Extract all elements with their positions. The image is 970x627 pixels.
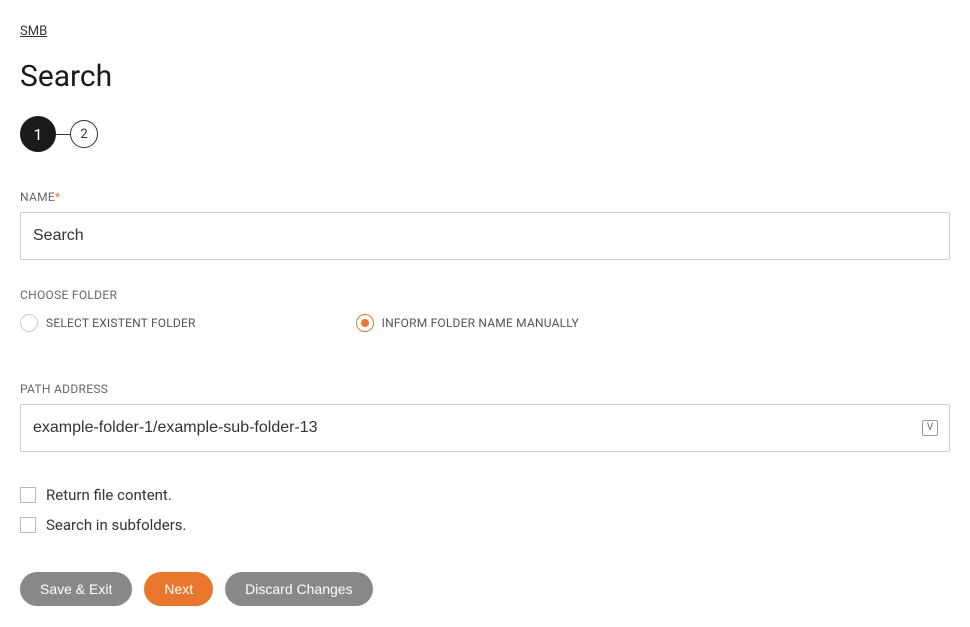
step-connector bbox=[56, 134, 70, 135]
search-subfolders-checkbox[interactable]: Search in subfolders. bbox=[20, 516, 950, 534]
path-address-section: PATH ADDRESS V bbox=[20, 382, 950, 452]
next-button[interactable]: Next bbox=[144, 572, 213, 606]
radio-inform-manually[interactable]: INFORM FOLDER NAME MANUALLY bbox=[356, 314, 579, 332]
page-title: Search bbox=[20, 59, 950, 94]
action-buttons: Save & Exit Next Discard Changes bbox=[20, 572, 950, 606]
radio-circle-icon bbox=[356, 314, 374, 332]
radio-circle-icon bbox=[20, 314, 38, 332]
search-subfolders-label: Search in subfolders. bbox=[46, 516, 187, 534]
checkbox-group: Return file content. Search in subfolder… bbox=[20, 486, 950, 534]
breadcrumb-smb[interactable]: SMB bbox=[20, 24, 47, 39]
return-file-content-label: Return file content. bbox=[46, 486, 172, 504]
required-mark: * bbox=[55, 190, 60, 204]
radio-select-existent-label: SELECT EXISTENT FOLDER bbox=[46, 316, 196, 330]
step-2[interactable]: 2 bbox=[70, 120, 98, 148]
name-label-text: NAME bbox=[20, 190, 55, 204]
name-input[interactable] bbox=[20, 212, 950, 260]
discard-changes-button[interactable]: Discard Changes bbox=[225, 572, 372, 606]
step-1[interactable]: 1 bbox=[20, 116, 56, 152]
checkbox-box-icon bbox=[20, 517, 36, 533]
variable-picker-icon[interactable]: V bbox=[922, 420, 938, 436]
stepper: 1 2 bbox=[20, 116, 950, 152]
radio-inform-manually-label: INFORM FOLDER NAME MANUALLY bbox=[382, 316, 579, 330]
path-address-label: PATH ADDRESS bbox=[20, 382, 950, 396]
choose-folder-section: CHOOSE FOLDER SELECT EXISTENT FOLDER INF… bbox=[20, 288, 950, 332]
radio-select-existent[interactable]: SELECT EXISTENT FOLDER bbox=[20, 314, 196, 332]
return-file-content-checkbox[interactable]: Return file content. bbox=[20, 486, 950, 504]
checkbox-box-icon bbox=[20, 487, 36, 503]
path-address-input[interactable] bbox=[20, 404, 950, 452]
choose-folder-label: CHOOSE FOLDER bbox=[20, 288, 950, 302]
field-name-section: NAME* bbox=[20, 190, 950, 260]
save-exit-button[interactable]: Save & Exit bbox=[20, 572, 132, 606]
name-label: NAME* bbox=[20, 190, 950, 204]
